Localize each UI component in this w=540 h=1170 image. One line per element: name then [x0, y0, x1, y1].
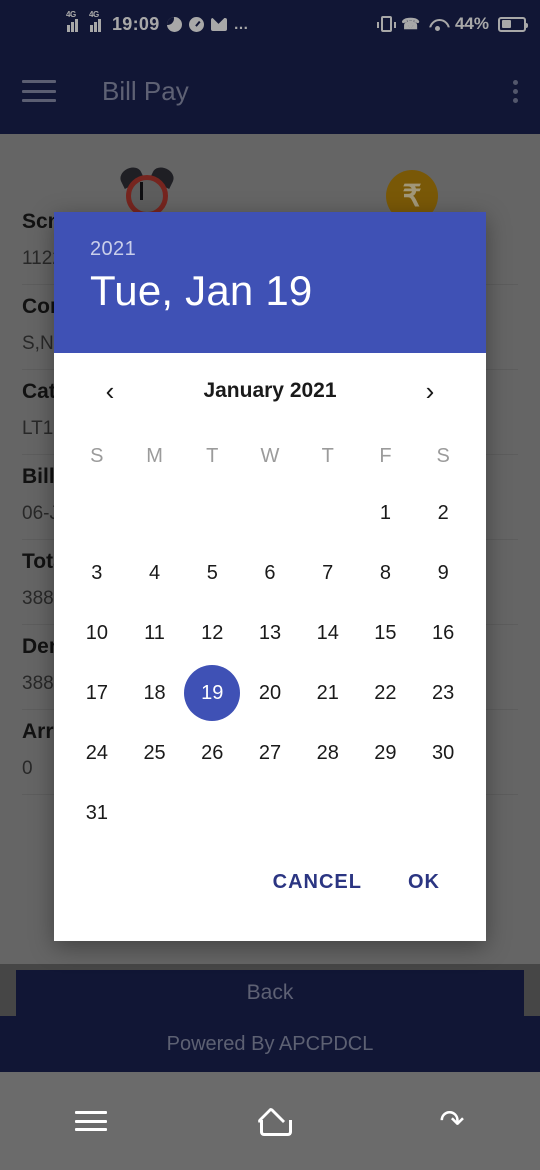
calendar-day-label: 3 [91, 561, 103, 584]
back-icon[interactable]: ↷ [439, 1104, 464, 1139]
android-nav-bar: ↷ [0, 1072, 540, 1170]
weekday-header-row: S M T W T F S [54, 429, 486, 483]
calendar-day-label: 15 [374, 621, 397, 644]
calendar-day-label: 16 [432, 621, 455, 644]
calendar-day[interactable]: 15 [357, 603, 415, 663]
calendar-day-label: 5 [206, 561, 218, 584]
calendar-day[interactable]: 21 [299, 663, 357, 723]
calendar-day[interactable]: 4 [126, 543, 184, 603]
weekday-label: M [146, 444, 163, 467]
calendar-day-label: 22 [374, 681, 397, 704]
calendar-day-grid: 1 2 3 4 5 6 7 8 9 10 11 12 13 14 15 16 17 18 19 20 21 22 23 24 2… [54, 483, 486, 843]
calendar-day-selected[interactable]: 19 [183, 663, 241, 723]
calendar-day-label: 6 [264, 561, 276, 584]
calendar-day[interactable]: 28 [299, 723, 357, 783]
weekday-label: T [206, 444, 219, 467]
calendar-day[interactable]: 22 [357, 663, 415, 723]
calendar-day-label: 11 [144, 621, 165, 644]
calendar-day-label: 27 [258, 741, 282, 764]
calendar-day-label: 12 [201, 621, 224, 644]
calendar-day-label: 7 [322, 561, 334, 584]
calendar-day-label: 17 [85, 681, 108, 704]
dialog-actions: CANCEL OK [54, 843, 486, 904]
calendar-day[interactable]: 30 [414, 723, 472, 783]
phone-screen: 4G 4G 19:09 … ☎ 44% Bill Pay ₹ Scno 1122… [0, 0, 540, 1170]
calendar-day[interactable]: 14 [299, 603, 357, 663]
calendar-day-label: 30 [432, 741, 455, 764]
calendar-day-label: 24 [85, 741, 108, 764]
selected-year-label[interactable]: 2021 [90, 238, 450, 261]
calendar-day[interactable]: 9 [414, 543, 472, 603]
weekday-label: S [436, 444, 450, 467]
calendar-day-label: 2 [437, 501, 449, 524]
calendar-day[interactable]: 29 [357, 723, 415, 783]
month-year-label[interactable]: January 2021 [203, 379, 336, 403]
calendar-day[interactable]: 31 [68, 783, 126, 843]
calendar-day-label: 31 [85, 801, 108, 824]
weekday-label: S [90, 444, 104, 467]
recents-icon[interactable] [75, 1111, 108, 1131]
home-icon[interactable] [258, 1109, 293, 1136]
calendar-day-empty [299, 483, 357, 543]
chevron-left-icon[interactable]: ‹ [96, 378, 124, 404]
calendar-day[interactable]: 26 [183, 723, 241, 783]
calendar-day[interactable]: 8 [357, 543, 415, 603]
calendar-day[interactable]: 5 [183, 543, 241, 603]
selected-date-label[interactable]: Tue, Jan 19 [90, 267, 450, 315]
calendar-day-label: 25 [143, 741, 166, 764]
calendar-day[interactable]: 17 [68, 663, 126, 723]
calendar-day[interactable]: 7 [299, 543, 357, 603]
weekday-label: F [379, 444, 392, 467]
calendar-day-empty [126, 483, 184, 543]
calendar-day-label: 18 [143, 681, 166, 704]
calendar-day-empty [241, 483, 299, 543]
calendar-day-label: 10 [85, 621, 108, 644]
calendar-day[interactable]: 20 [241, 663, 299, 723]
date-picker-header: 2021 Tue, Jan 19 [54, 212, 486, 353]
chevron-right-icon[interactable]: › [416, 378, 444, 404]
weekday-label: W [260, 444, 280, 467]
calendar-day-label: 26 [201, 741, 224, 764]
date-picker-dialog: 2021 Tue, Jan 19 ‹ January 2021 › S M T … [54, 212, 486, 941]
calendar-day-label: 19 [184, 665, 241, 721]
calendar-day-label: 1 [379, 501, 391, 524]
calendar-day[interactable]: 18 [126, 663, 184, 723]
calendar-day[interactable]: 12 [183, 603, 241, 663]
calendar-day-label: 21 [316, 681, 339, 704]
calendar-day[interactable]: 2 [414, 483, 472, 543]
cancel-button[interactable]: CANCEL [259, 861, 376, 904]
calendar-day-label: 28 [316, 741, 339, 764]
weekday-label: T [321, 444, 334, 467]
calendar-day[interactable]: 13 [241, 603, 299, 663]
calendar-day[interactable]: 10 [68, 603, 126, 663]
calendar-day-label: 9 [437, 561, 449, 584]
calendar-day[interactable]: 6 [241, 543, 299, 603]
calendar-day-empty [68, 483, 126, 543]
calendar-day[interactable]: 11 [126, 603, 184, 663]
calendar-day[interactable]: 16 [414, 603, 472, 663]
calendar-day[interactable]: 25 [126, 723, 184, 783]
calendar-day[interactable]: 27 [241, 723, 299, 783]
calendar-day-label: 20 [258, 681, 282, 704]
calendar-day[interactable]: 23 [414, 663, 472, 723]
calendar-day-empty [183, 483, 241, 543]
ok-button[interactable]: OK [394, 861, 454, 904]
calendar-day[interactable]: 24 [68, 723, 126, 783]
calendar-day-label: 4 [149, 561, 161, 584]
calendar-day[interactable]: 3 [68, 543, 126, 603]
calendar-day-label: 8 [379, 561, 391, 584]
calendar-day[interactable]: 1 [357, 483, 415, 543]
month-navigation: ‹ January 2021 › [54, 353, 486, 429]
calendar-day-label: 29 [374, 741, 397, 764]
calendar-day-label: 13 [258, 621, 282, 644]
calendar-day-label: 14 [316, 621, 339, 644]
calendar-day-label: 23 [432, 681, 455, 704]
